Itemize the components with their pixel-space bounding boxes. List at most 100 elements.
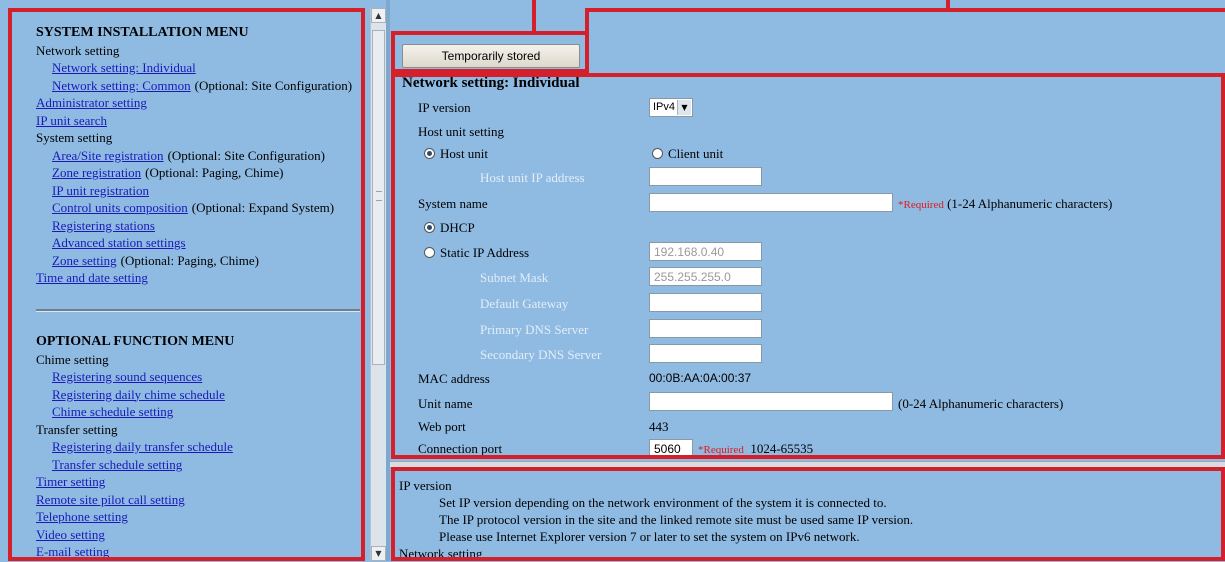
required-marker: *Required [698, 444, 744, 456]
unit-name-input[interactable] [649, 392, 893, 411]
menu-link[interactable]: Advanced station settings [52, 235, 186, 250]
system-name-label: System name [418, 196, 488, 211]
menu-link[interactable]: Registering daily chime schedule [52, 387, 225, 402]
menu-item[interactable]: Video setting [36, 526, 366, 544]
highlight-connector [946, 0, 950, 10]
unit-name-label: Unit name [418, 396, 473, 411]
menu-item[interactable]: Chime schedule setting [36, 403, 366, 421]
menu-item[interactable]: Area/Site registration (Optional: Site Co… [36, 147, 366, 165]
menu-item[interactable]: Timer setting [36, 473, 366, 491]
system-name-hint: (1-24 Alphanumeric characters) [947, 196, 1113, 211]
menu-item[interactable]: Registering daily chime schedule [36, 386, 366, 404]
menu-item[interactable]: Advanced station settings [36, 234, 366, 252]
menu-item: System setting [36, 129, 366, 147]
required-marker: *Required [898, 199, 944, 211]
menu-item[interactable]: Zone registration (Optional: Paging, Chim… [36, 164, 366, 182]
menu-item[interactable]: Registering stations [36, 217, 366, 235]
left-pane-scrollbar[interactable]: ▲ ▼ [370, 8, 386, 561]
host-unit-radio[interactable]: Host unit [424, 146, 488, 162]
menu-item[interactable]: Remote site pilot call setting [36, 491, 366, 509]
menu-link[interactable]: Zone registration [52, 165, 141, 180]
menu-item[interactable]: Zone setting (Optional: Paging, Chime) [36, 252, 366, 270]
menu-link[interactable]: Zone setting [52, 253, 117, 268]
help-line: Set IP version depending on the network … [439, 495, 887, 510]
menu-link[interactable]: Transfer schedule setting [52, 457, 182, 472]
menu-link[interactable]: Registering sound sequences [52, 369, 202, 384]
menu-link[interactable]: Control units composition [52, 200, 188, 215]
system-name-note: *Required (1-24 Alphanumeric characters) [898, 196, 1112, 212]
menu-link[interactable]: Remote site pilot call setting [36, 492, 185, 507]
scroll-grip-icon [376, 191, 382, 201]
menu-item[interactable]: Telephone setting [36, 508, 366, 526]
host-unit-ip-input[interactable] [649, 167, 762, 186]
menu-item-note: (Optional: Paging, Chime) [120, 252, 259, 268]
menu-item[interactable]: Network setting: Common (Optional: Site C… [36, 77, 366, 95]
menu-link[interactable]: IP unit search [36, 113, 107, 128]
menu-link[interactable]: Chime schedule setting [52, 404, 173, 419]
menu-item[interactable]: Transfer schedule setting [36, 456, 366, 474]
system-menu-items: Network setting Network setting: Individu… [36, 42, 366, 287]
ip-version-value: IPv4 [653, 101, 676, 113]
secondary-dns-label: Secondary DNS Server [480, 347, 602, 362]
subnet-mask-label: Subnet Mask [480, 270, 549, 285]
connection-port-note: *Required 1024-65535 [698, 441, 813, 457]
static-ip-input[interactable]: 192.168.0.40 [649, 242, 762, 261]
default-gateway-input[interactable] [649, 293, 762, 312]
menu-link[interactable]: Timer setting [36, 474, 105, 489]
menu-item[interactable]: IP unit search [36, 112, 366, 130]
host-unit-radio-label: Host unit [440, 146, 489, 161]
ip-version-select[interactable]: IPv4 ▼ [649, 98, 693, 117]
default-gateway-label: Default Gateway [480, 296, 569, 311]
connection-port-input[interactable]: 5060 [649, 439, 693, 458]
menu-item: Chime setting [36, 351, 366, 369]
primary-dns-label: Primary DNS Server [480, 322, 589, 337]
highlight-connector [532, 0, 536, 33]
menu-link[interactable]: Video setting [36, 527, 105, 542]
help-heading-network-setting: Network setting [399, 546, 483, 561]
menu-divider [36, 309, 360, 312]
chevron-down-icon: ▼ [677, 100, 691, 115]
menu-link[interactable]: Registering daily transfer schedule [52, 439, 233, 454]
ip-version-label: IP version [418, 100, 471, 115]
unit-name-hint: (0-24 Alphanumeric characters) [898, 396, 1064, 411]
optional-menu-title: OPTIONAL FUNCTION MENU [36, 334, 235, 349]
menu-link[interactable]: Registering stations [52, 218, 155, 233]
menu-item[interactable]: Control units composition (Optional: Expa… [36, 199, 366, 217]
temporarily-stored-button[interactable]: Temporarily stored [402, 44, 580, 68]
menu-item[interactable]: Time and date setting [36, 269, 366, 287]
menu-link[interactable]: Time and date setting [36, 270, 148, 285]
web-port-value: 443 [649, 419, 669, 434]
menu-item[interactable]: Network setting: Individual [36, 59, 366, 77]
pane-splitter[interactable] [386, 0, 390, 561]
scroll-up-arrow-icon[interactable]: ▲ [371, 8, 386, 23]
client-unit-radio[interactable]: Client unit [652, 146, 723, 162]
dhcp-radio[interactable]: DHCP [424, 220, 475, 236]
menu-item[interactable]: IP unit registration [36, 182, 366, 200]
menu-link[interactable]: E-mail setting [36, 544, 109, 559]
host-unit-setting-label: Host unit setting [418, 124, 504, 139]
menu-link[interactable]: Area/Site registration [52, 148, 164, 163]
menu-item: Network setting [36, 42, 366, 60]
menu-link[interactable]: Network setting: Common [52, 78, 191, 93]
menu-link[interactable]: Network setting: Individual [52, 60, 196, 75]
static-ip-radio[interactable]: Static IP Address [424, 245, 529, 261]
menu-link[interactable]: Telephone setting [36, 509, 128, 524]
menu-item[interactable]: Registering sound sequences [36, 368, 366, 386]
menu-item[interactable]: Registering daily transfer schedule [36, 438, 366, 456]
left-menu-pane: SYSTEM INSTALLATION MENU Network setting… [0, 0, 370, 561]
scrollbar-thumb[interactable] [372, 30, 385, 365]
connection-port-range: 1024-65535 [750, 441, 814, 456]
system-name-input[interactable] [649, 193, 893, 212]
menu-item[interactable]: E-mail setting [36, 543, 366, 561]
menu-link[interactable]: IP unit registration [52, 183, 149, 198]
scroll-down-arrow-icon[interactable]: ▼ [371, 546, 386, 561]
menu-section-label: System setting [36, 130, 113, 145]
radio-selected-icon [424, 148, 435, 159]
menu-link[interactable]: Administrator setting [36, 95, 147, 110]
subnet-mask-input[interactable]: 255.255.255.0 [649, 267, 762, 286]
menu-item[interactable]: Administrator setting [36, 94, 366, 112]
dhcp-radio-label: DHCP [440, 220, 475, 235]
help-pane-splitter[interactable] [390, 461, 1225, 467]
primary-dns-input[interactable] [649, 319, 762, 338]
secondary-dns-input[interactable] [649, 344, 762, 363]
